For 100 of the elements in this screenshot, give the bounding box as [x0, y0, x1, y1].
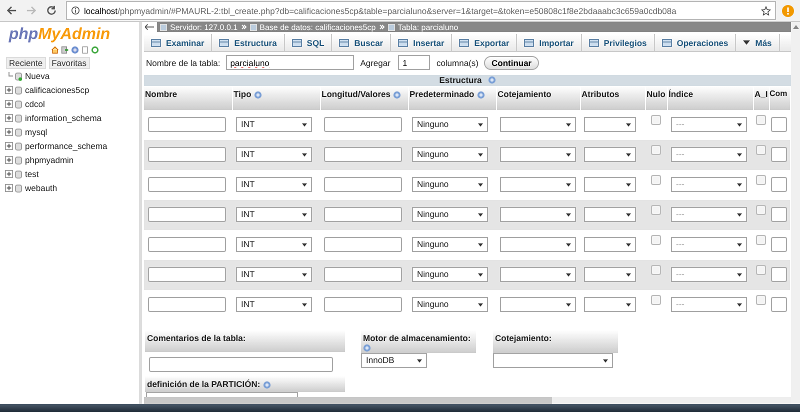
help-icon[interactable]	[70, 46, 78, 54]
comment-field[interactable]	[771, 117, 787, 132]
name-field[interactable]	[148, 117, 226, 132]
type-dropdown[interactable]: INT	[236, 207, 312, 222]
document-icon[interactable]	[80, 46, 88, 54]
database-name[interactable]: phpmyadmin	[25, 155, 74, 165]
name-field[interactable]	[148, 267, 226, 282]
collation-dropdown[interactable]	[500, 297, 576, 312]
comment-field[interactable]	[771, 207, 787, 222]
null-checkbox[interactable]	[651, 144, 661, 155]
expand-icon[interactable]	[5, 128, 13, 136]
expand-icon[interactable]	[5, 86, 13, 94]
sidebar-tab[interactable]: Favoritas	[48, 57, 90, 69]
type-dropdown[interactable]: INT	[236, 117, 312, 132]
tab[interactable]: Buscar	[332, 34, 392, 52]
tab[interactable]: Privilegios	[582, 34, 655, 52]
type-dropdown[interactable]: INT	[236, 297, 312, 312]
length-field[interactable]	[324, 237, 402, 252]
collation-dropdown[interactable]	[500, 177, 576, 192]
database-name[interactable]: webauth	[25, 183, 58, 193]
auto-increment-checkbox[interactable]	[756, 204, 766, 215]
null-checkbox[interactable]	[651, 114, 661, 125]
auto-increment-checkbox[interactable]	[756, 144, 766, 155]
attributes-dropdown[interactable]	[584, 297, 636, 312]
name-field[interactable]	[148, 147, 226, 162]
expand-icon[interactable]	[5, 142, 13, 150]
comment-field[interactable]	[771, 267, 787, 282]
default-dropdown[interactable]: Ninguno	[412, 267, 488, 282]
length-field[interactable]	[324, 207, 402, 222]
default-dropdown[interactable]: Ninguno	[412, 207, 488, 222]
comment-field[interactable]	[771, 177, 787, 192]
breadcrumb-link[interactable]: Base de datos: calificaciones5cp	[260, 22, 376, 32]
null-checkbox[interactable]	[651, 294, 661, 305]
comment-field[interactable]	[771, 297, 787, 312]
attributes-dropdown[interactable]	[584, 237, 636, 252]
home-icon[interactable]	[50, 46, 58, 54]
expand-icon[interactable]	[5, 156, 13, 164]
name-field[interactable]	[148, 237, 226, 252]
info-icon[interactable]	[71, 6, 80, 15]
length-field[interactable]	[324, 177, 402, 192]
storage-engine-dropdown[interactable]: InnoDB	[361, 352, 427, 368]
tab[interactable]: Importar	[517, 34, 582, 52]
name-field[interactable]	[148, 177, 226, 192]
breadcrumb-link[interactable]: Tabla: parcialuno	[398, 22, 458, 32]
comment-field[interactable]	[771, 237, 787, 252]
expand-icon[interactable]	[5, 114, 13, 122]
database-name[interactable]: test	[25, 169, 39, 179]
alert-icon[interactable]	[782, 4, 794, 16]
type-dropdown[interactable]: INT	[236, 147, 312, 162]
sidebar-tab[interactable]: Reciente	[6, 57, 46, 69]
null-checkbox[interactable]	[651, 264, 661, 275]
star-icon[interactable]	[761, 6, 771, 16]
auto-increment-checkbox[interactable]	[756, 264, 766, 275]
attributes-dropdown[interactable]	[584, 147, 636, 162]
attributes-dropdown[interactable]	[584, 177, 636, 192]
horizontal-scrollbar[interactable]	[144, 397, 791, 404]
table-collation-dropdown[interactable]	[493, 352, 613, 368]
collation-dropdown[interactable]	[500, 267, 576, 282]
tab[interactable]: Insertar	[391, 34, 452, 52]
database-name[interactable]: information_schema	[25, 113, 102, 123]
collapse-button[interactable]	[142, 22, 157, 32]
help-icon[interactable]	[263, 380, 272, 389]
vertical-scrollbar[interactable]	[791, 22, 800, 404]
address-bar[interactable]: localhost/phpmyadmin/#PMAURL-2:tbl_create.php?db=calificaciones5cp&table=parcialuno&server=1&target=&token=e50808c1f8e2bdaaabc3c659a0cdb08a	[66, 1, 776, 20]
collation-dropdown[interactable]	[500, 237, 576, 252]
breadcrumb-link[interactable]: Servidor: 127.0.0.1	[170, 22, 238, 32]
help-icon[interactable]	[254, 90, 262, 99]
forward-icon[interactable]	[26, 5, 37, 16]
tab[interactable]: Operaciones	[654, 34, 736, 52]
null-checkbox[interactable]	[651, 204, 661, 215]
attributes-dropdown[interactable]	[584, 207, 636, 222]
length-field[interactable]	[324, 267, 402, 282]
collation-dropdown[interactable]	[500, 147, 576, 162]
tab[interactable]: SQL	[284, 34, 332, 52]
continue-button[interactable]: Continuar	[484, 56, 539, 70]
length-field[interactable]	[324, 117, 402, 132]
tab[interactable]: Examinar	[144, 34, 212, 52]
logo[interactable]: phpMyAdmin	[0, 26, 139, 44]
back-icon[interactable]	[6, 5, 17, 16]
comment-field[interactable]	[771, 147, 787, 162]
type-dropdown[interactable]: INT	[236, 177, 312, 192]
column-count-field[interactable]: 1	[398, 55, 430, 70]
expand-icon[interactable]	[5, 100, 13, 108]
expand-icon[interactable]	[5, 170, 13, 178]
attributes-dropdown[interactable]	[584, 117, 636, 132]
auto-increment-checkbox[interactable]	[756, 174, 766, 185]
attributes-dropdown[interactable]	[584, 267, 636, 282]
type-dropdown[interactable]: INT	[236, 267, 312, 282]
name-field[interactable]	[148, 207, 226, 222]
default-dropdown[interactable]: Ninguno	[412, 117, 488, 132]
name-field[interactable]	[148, 297, 226, 312]
scroll-up-icon[interactable]	[792, 25, 798, 29]
null-checkbox[interactable]	[651, 174, 661, 185]
length-field[interactable]	[324, 297, 402, 312]
auto-increment-checkbox[interactable]	[756, 294, 766, 305]
default-dropdown[interactable]: Ninguno	[412, 297, 488, 312]
collation-dropdown[interactable]	[500, 117, 576, 132]
database-name[interactable]: calificaciones5cp	[25, 85, 90, 95]
database-name[interactable]: cdcol	[25, 99, 45, 109]
length-field[interactable]	[324, 147, 402, 162]
